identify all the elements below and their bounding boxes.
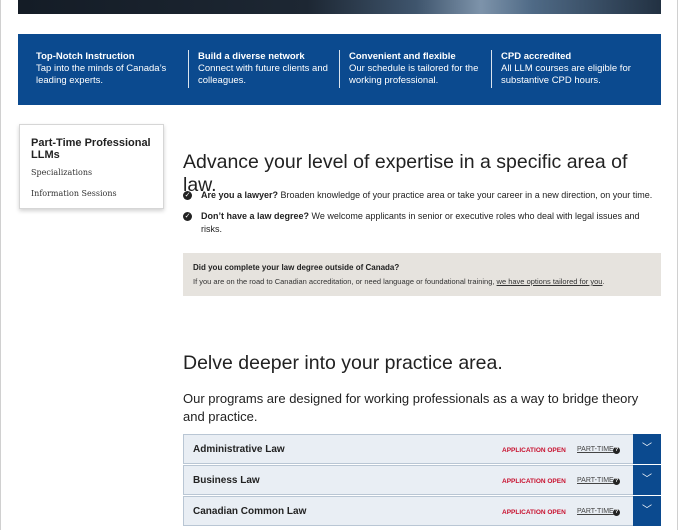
feature-divider bbox=[491, 50, 492, 88]
bullet-body: Broaden knowledge of your practice area … bbox=[278, 190, 653, 200]
feature-desc: All LLM courses are eligible for bbox=[501, 63, 631, 74]
callout-text: If you are on the road to Canadian accre… bbox=[193, 277, 605, 286]
question-circle-icon[interactable]: ? bbox=[613, 447, 620, 454]
hero-image bbox=[18, 0, 661, 14]
side-nav-link-specializations[interactable]: Specializations bbox=[31, 168, 92, 177]
feature-desc: Our schedule is tailored for the bbox=[349, 63, 479, 74]
side-nav-title[interactable]: Part-Time Professional LLMs bbox=[31, 137, 156, 161]
question-circle-icon[interactable]: ? bbox=[613, 478, 620, 485]
feature-desc: colleagues. bbox=[198, 75, 247, 86]
bullet-text: Don’t have a law degree? We welcome appl… bbox=[201, 210, 661, 236]
callout-end: . bbox=[602, 277, 605, 286]
side-nav: Part-Time Professional LLMs Specializati… bbox=[19, 124, 164, 209]
feature-desc: substantive CPD hours. bbox=[501, 75, 601, 86]
bullet-bold: Are you a lawyer? bbox=[201, 190, 279, 200]
application-status-badge: APPLICATION OPEN bbox=[502, 478, 566, 485]
callout-body: If you are on the road to Canadian accre… bbox=[193, 277, 497, 286]
feature-banner: Top-Notch Instruction Tap into the minds… bbox=[18, 34, 661, 105]
program-row-canadian-common-law[interactable]: Canadian Common Law APPLICATION OPEN PAR… bbox=[183, 496, 661, 526]
check-circle-icon: ✓ bbox=[183, 212, 192, 221]
program-name[interactable]: Business Law bbox=[193, 475, 260, 486]
program-row-business-law[interactable]: Business Law APPLICATION OPEN PART-TIME … bbox=[183, 465, 661, 495]
chevron-down-icon[interactable]: ﹀ bbox=[633, 465, 661, 495]
feature-network: Build a diverse network Connect with fut… bbox=[198, 51, 343, 87]
foreign-degree-callout: Did you complete your law degree outside… bbox=[183, 253, 661, 296]
question-circle-icon[interactable]: ? bbox=[613, 509, 620, 516]
feature-title: Build a diverse network bbox=[198, 51, 305, 62]
application-status-badge: APPLICATION OPEN bbox=[502, 509, 566, 516]
bullet-text: Are you a lawyer? Broaden knowledge of y… bbox=[201, 189, 661, 202]
feature-title: CPD accredited bbox=[501, 51, 572, 62]
program-name[interactable]: Canadian Common Law bbox=[193, 506, 306, 517]
feature-title: Top-Notch Instruction bbox=[36, 51, 135, 62]
program-type-link[interactable]: PART-TIME bbox=[577, 446, 614, 453]
callout-link[interactable]: we have options tailored for you bbox=[497, 277, 603, 286]
feature-desc: leading experts. bbox=[36, 75, 104, 86]
feature-desc: Tap into the minds of Canada’s bbox=[36, 63, 167, 74]
feature-divider bbox=[188, 50, 189, 88]
program-name[interactable]: Administrative Law bbox=[193, 444, 285, 455]
program-row-administrative-law[interactable]: Administrative Law APPLICATION OPEN PART… bbox=[183, 434, 661, 464]
feature-flexible: Convenient and flexible Our schedule is … bbox=[349, 51, 494, 87]
feature-instruction: Top-Notch Instruction Tap into the minds… bbox=[36, 51, 181, 87]
feature-cpd: CPD accredited All LLM courses are eligi… bbox=[501, 51, 646, 87]
check-circle-icon: ✓ bbox=[183, 191, 192, 200]
programs-lead: Our programs are designed for working pr… bbox=[183, 391, 639, 424]
program-type-link[interactable]: PART-TIME bbox=[577, 477, 614, 484]
bullet-bold: Don’t have a law degree? bbox=[201, 211, 310, 221]
feature-title: Convenient and flexible bbox=[349, 51, 456, 62]
side-nav-link-information-sessions[interactable]: Information Sessions bbox=[31, 189, 117, 198]
feature-divider bbox=[339, 50, 340, 88]
program-type-link[interactable]: PART-TIME bbox=[577, 508, 614, 515]
programs-heading: Delve deeper into your practice area. bbox=[183, 352, 503, 374]
feature-desc: Connect with future clients and bbox=[198, 63, 328, 74]
callout-title: Did you complete your law degree outside… bbox=[193, 263, 400, 272]
chevron-down-icon[interactable]: ﹀ bbox=[633, 434, 661, 464]
application-status-badge: APPLICATION OPEN bbox=[502, 447, 566, 454]
chevron-down-icon[interactable]: ﹀ bbox=[633, 496, 661, 526]
feature-desc: working professional. bbox=[349, 75, 439, 86]
